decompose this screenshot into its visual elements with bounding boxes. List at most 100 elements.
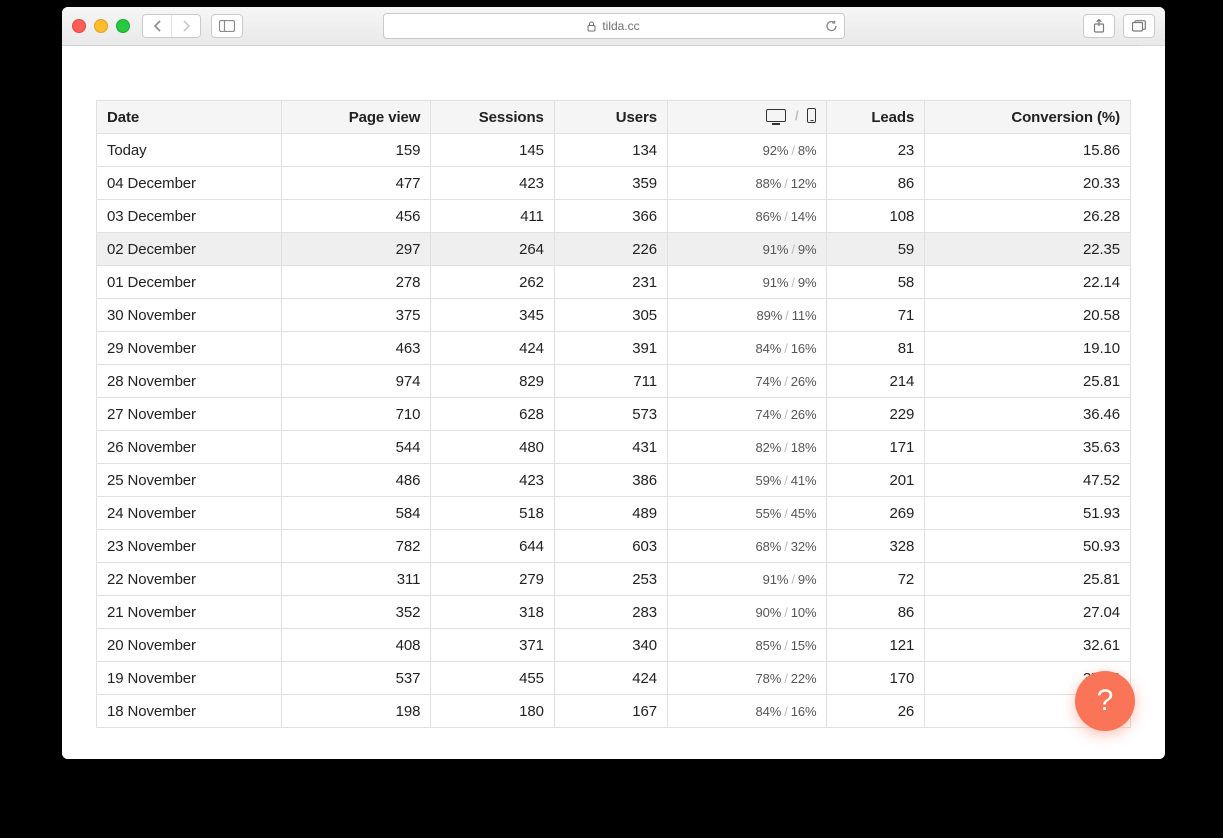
cell-leads: 108 — [827, 200, 925, 233]
table-row[interactable]: Today15914513492%/8%2315.86 — [97, 134, 1131, 167]
cell-leads: 229 — [827, 398, 925, 431]
slash-icon: / — [791, 275, 795, 290]
maximize-window-button[interactable] — [116, 19, 130, 33]
table-row[interactable]: 24 November58451848955%/45%26951.93 — [97, 497, 1131, 530]
col-header-device[interactable]: / — [667, 101, 826, 134]
cell-date: 29 November — [97, 332, 282, 365]
cell-conversion: 26.28 — [925, 200, 1131, 233]
cell-sessions: 371 — [431, 629, 554, 662]
table-row[interactable]: 28 November97482971174%/26%21425.81 — [97, 365, 1131, 398]
cell-pageview: 974 — [282, 365, 431, 398]
desktop-percent: 78% — [755, 671, 781, 686]
close-window-button[interactable] — [72, 19, 86, 33]
cell-date: 25 November — [97, 464, 282, 497]
tabs-overview-button[interactable] — [1123, 14, 1155, 38]
cell-leads: 201 — [827, 464, 925, 497]
slash-icon: / — [795, 108, 799, 123]
cell-users: 167 — [554, 695, 667, 728]
cell-leads: 171 — [827, 431, 925, 464]
share-button[interactable] — [1083, 14, 1115, 38]
cell-users: 386 — [554, 464, 667, 497]
cell-device-split: 91%/9% — [667, 563, 826, 596]
slash-icon: / — [791, 143, 795, 158]
desktop-percent: 92% — [763, 143, 789, 158]
cell-sessions: 411 — [431, 200, 554, 233]
mobile-percent: 10% — [791, 605, 817, 620]
col-header-users[interactable]: Users — [554, 101, 667, 134]
cell-pageview: 278 — [282, 266, 431, 299]
table-row[interactable]: 29 November46342439184%/16%8119.10 — [97, 332, 1131, 365]
forward-button[interactable] — [171, 15, 200, 37]
cell-leads: 59 — [827, 233, 925, 266]
table-row[interactable]: 03 December45641136686%/14%10826.28 — [97, 200, 1131, 233]
cell-leads: 121 — [827, 629, 925, 662]
cell-leads: 170 — [827, 662, 925, 695]
slash-icon: / — [791, 242, 795, 257]
slash-icon: / — [784, 638, 788, 653]
address-bar[interactable]: tilda.cc — [383, 13, 845, 39]
cell-sessions: 262 — [431, 266, 554, 299]
cell-device-split: 91%/9% — [667, 233, 826, 266]
cell-sessions: 279 — [431, 563, 554, 596]
desktop-percent: 91% — [763, 572, 789, 587]
cell-users: 359 — [554, 167, 667, 200]
sidebar-toggle-button[interactable] — [211, 14, 243, 38]
cell-users: 431 — [554, 431, 667, 464]
minimize-window-button[interactable] — [94, 19, 108, 33]
table-row[interactable]: 22 November31127925391%/9%7225.81 — [97, 563, 1131, 596]
slash-icon: / — [784, 440, 788, 455]
cell-conversion: 47.52 — [925, 464, 1131, 497]
cell-date: 28 November — [97, 365, 282, 398]
table-row[interactable]: 26 November54448043182%/18%17135.63 — [97, 431, 1131, 464]
col-header-conversion[interactable]: Conversion (%) — [925, 101, 1131, 134]
table-row[interactable]: 20 November40837134085%/15%12132.61 — [97, 629, 1131, 662]
lock-icon — [587, 21, 596, 32]
col-header-pageview[interactable]: Page view — [282, 101, 431, 134]
cell-users: 573 — [554, 398, 667, 431]
mobile-percent: 26% — [791, 407, 817, 422]
cell-date: 23 November — [97, 530, 282, 563]
cell-sessions: 423 — [431, 167, 554, 200]
table-row[interactable]: 30 November37534530589%/11%7120.58 — [97, 299, 1131, 332]
table-row[interactable]: 04 December47742335988%/12%8620.33 — [97, 167, 1131, 200]
mobile-percent: 45% — [791, 506, 817, 521]
cell-users: 226 — [554, 233, 667, 266]
col-header-date[interactable]: Date — [97, 101, 282, 134]
help-button[interactable]: ? — [1075, 671, 1135, 731]
table-row[interactable]: 01 December27826223191%/9%5822.14 — [97, 266, 1131, 299]
desktop-percent: 85% — [755, 638, 781, 653]
cell-device-split: 89%/11% — [667, 299, 826, 332]
mobile-percent: 32% — [791, 539, 817, 554]
slash-icon: / — [784, 473, 788, 488]
table-row[interactable]: 23 November78264460368%/32%32850.93 — [97, 530, 1131, 563]
table-row[interactable]: 21 November35231828390%/10%8627.04 — [97, 596, 1131, 629]
cell-conversion: 51.93 — [925, 497, 1131, 530]
cell-device-split: 55%/45% — [667, 497, 826, 530]
cell-leads: 72 — [827, 563, 925, 596]
cell-conversion: 22.14 — [925, 266, 1131, 299]
table-row[interactable]: 25 November48642338659%/41%20147.52 — [97, 464, 1131, 497]
back-button[interactable] — [143, 15, 171, 37]
table-row[interactable]: 02 December29726422691%/9%5922.35 — [97, 233, 1131, 266]
desktop-percent: 84% — [755, 341, 781, 356]
cell-pageview: 159 — [282, 134, 431, 167]
col-header-sessions[interactable]: Sessions — [431, 101, 554, 134]
slash-icon: / — [784, 341, 788, 356]
cell-pageview: 544 — [282, 431, 431, 464]
table-row[interactable]: 18 November19818016784%/16%2614.44 — [97, 695, 1131, 728]
table-row[interactable]: 27 November71062857374%/26%22936.46 — [97, 398, 1131, 431]
toolbar-right — [1083, 14, 1155, 38]
cell-date: 03 December — [97, 200, 282, 233]
reload-button[interactable] — [825, 20, 838, 33]
cell-date: Today — [97, 134, 282, 167]
table-row[interactable]: 19 November53745542478%/22%17037.36 — [97, 662, 1131, 695]
cell-pageview: 584 — [282, 497, 431, 530]
desktop-percent: 59% — [755, 473, 781, 488]
desktop-percent: 74% — [755, 374, 781, 389]
slash-icon: / — [784, 176, 788, 191]
mobile-percent: 16% — [791, 704, 817, 719]
cell-device-split: 82%/18% — [667, 431, 826, 464]
desktop-percent: 89% — [756, 308, 782, 323]
col-header-leads[interactable]: Leads — [827, 101, 925, 134]
cell-leads: 23 — [827, 134, 925, 167]
